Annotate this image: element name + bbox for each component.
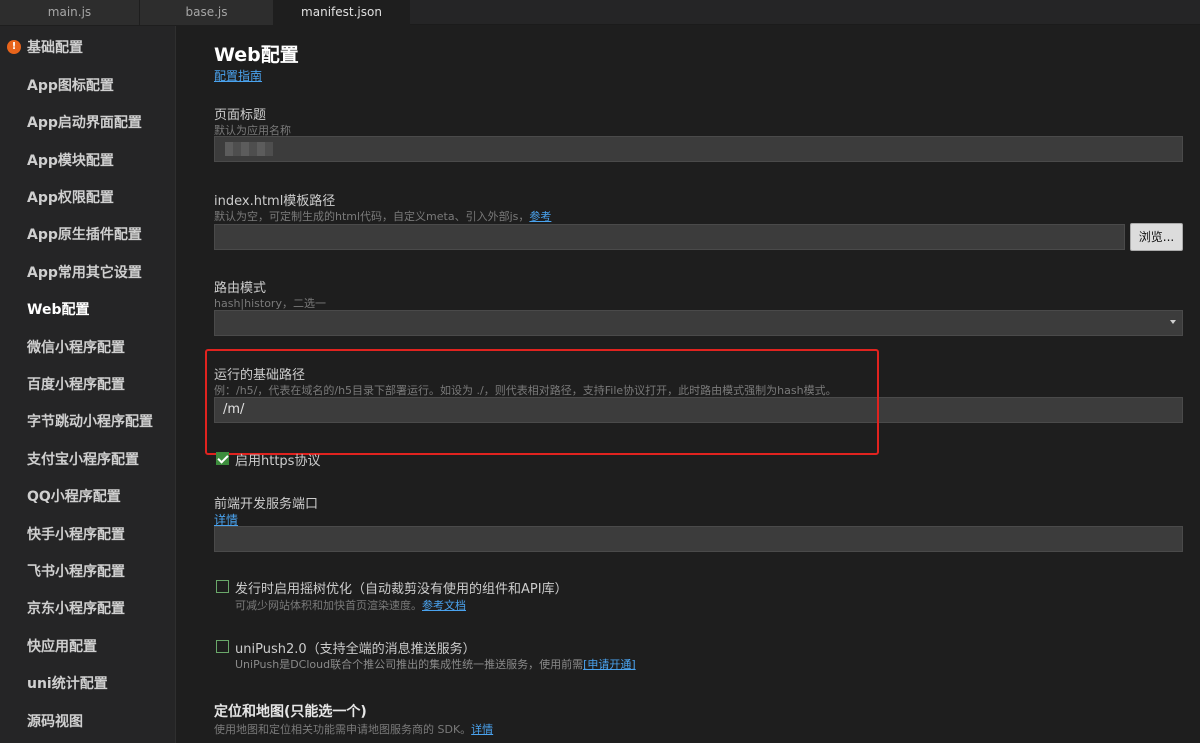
router-mode-label: 路由模式: [214, 281, 267, 296]
dev-port-label: 前端开发服务端口: [214, 497, 319, 512]
sidebar-item-kuaishou[interactable]: 快手小程序配置: [27, 525, 125, 545]
template-path-label: index.html模板路径: [214, 194, 336, 209]
chevron-down-icon: [1170, 320, 1176, 324]
sidebar-item-weixin[interactable]: 微信小程序配置: [27, 338, 125, 358]
router-mode-select[interactable]: [214, 310, 1183, 336]
https-checkbox[interactable]: [216, 452, 229, 465]
unipush-label: uniPush2.0（支持全端的消息推送服务）: [235, 642, 476, 657]
config-guide-link[interactable]: 配置指南: [214, 67, 262, 84]
browse-button[interactable]: 浏览...: [1130, 223, 1183, 251]
template-path-input[interactable]: [214, 224, 1125, 250]
page-title-label: 页面标题: [214, 108, 267, 123]
sidebar-item-app-modules[interactable]: App模块配置: [27, 151, 114, 171]
page-title-input[interactable]: [214, 136, 1183, 162]
sidebar-item-qq[interactable]: QQ小程序配置: [27, 487, 121, 507]
sidebar-item-app-icon[interactable]: App图标配置: [27, 76, 114, 96]
config-sidebar: ! 基础配置 App图标配置 App启动界面配置 App模块配置 App权限配置…: [0, 26, 176, 743]
https-label: 启用https协议: [235, 454, 321, 469]
treeshake-label: 发行时启用摇树优化（自动裁剪没有使用的组件和API库）: [235, 582, 568, 597]
highlight-annotation-box: [205, 349, 879, 455]
sidebar-item-alipay[interactable]: 支付宝小程序配置: [27, 450, 139, 470]
redacted-text: [225, 142, 273, 156]
sidebar-item-baidu[interactable]: 百度小程序配置: [27, 375, 125, 395]
sidebar-item-quickapp[interactable]: 快应用配置: [27, 637, 97, 657]
sidebar-item-app-native-plugins[interactable]: App原生插件配置: [27, 225, 142, 245]
sidebar-item-web[interactable]: Web配置: [27, 300, 89, 320]
template-reference-link[interactable]: 参考: [529, 210, 551, 223]
unipush-apply-link[interactable]: [申请开通]: [583, 658, 636, 671]
maps-hint-text: 使用地图和定位相关功能需申请地图服务商的 SDK。: [214, 723, 472, 736]
treeshake-checkbox[interactable]: [216, 580, 229, 593]
template-path-hint: 默认为空，可定制生成的html代码，自定义meta、引入外部js，参考: [214, 208, 551, 224]
sidebar-item-source-view[interactable]: 源码视图: [27, 712, 83, 732]
router-mode-hint: hash|history，二选一: [214, 297, 326, 310]
editor-tab-bar: main.js base.js manifest.json: [0, 0, 1200, 25]
maps-hint: 使用地图和定位相关功能需申请地图服务商的 SDK。详情: [214, 721, 493, 737]
maps-section-title: 定位和地图(只能选一个): [214, 704, 367, 720]
sidebar-item-bytedance[interactable]: 字节跳动小程序配置: [27, 412, 153, 432]
sidebar-item-app-permissions[interactable]: App权限配置: [27, 188, 114, 208]
template-path-hint-text: 默认为空，可定制生成的html代码，自定义meta、引入外部js，: [214, 210, 530, 223]
tab-manifest-json[interactable]: manifest.json: [274, 0, 410, 25]
tab-main-js[interactable]: main.js: [0, 0, 140, 25]
page-title: Web配置: [214, 44, 299, 66]
web-config-panel: Web配置 配置指南 页面标题 默认为应用名称 index.html模板路径 默…: [177, 26, 1200, 743]
treeshake-docs-link[interactable]: 参考文档: [422, 599, 466, 612]
sidebar-item-app-other[interactable]: App常用其它设置: [27, 263, 142, 283]
sidebar-item-basic[interactable]: 基础配置: [27, 38, 83, 58]
sidebar-item-uni-stat[interactable]: uni统计配置: [27, 674, 108, 694]
maps-details-link[interactable]: 详情: [471, 723, 493, 736]
sidebar-item-feishu[interactable]: 飞书小程序配置: [27, 562, 125, 582]
tab-base-js[interactable]: base.js: [140, 0, 274, 25]
unipush-hint-text: UniPush是DCloud联合个推公司推出的集成性统一推送服务，使用前需: [235, 658, 584, 671]
treeshake-hint: 可减少网站体积和加快首页渲染速度。参考文档: [235, 597, 466, 613]
unipush-hint: UniPush是DCloud联合个推公司推出的集成性统一推送服务，使用前需[申请…: [235, 656, 636, 672]
sidebar-item-app-splash[interactable]: App启动界面配置: [27, 113, 142, 133]
treeshake-hint-text: 可减少网站体积和加快首页渲染速度。: [235, 599, 422, 612]
dev-port-input[interactable]: [214, 526, 1183, 552]
warning-icon: !: [7, 40, 21, 54]
unipush-checkbox[interactable]: [216, 640, 229, 653]
sidebar-item-jd[interactable]: 京东小程序配置: [27, 599, 125, 619]
